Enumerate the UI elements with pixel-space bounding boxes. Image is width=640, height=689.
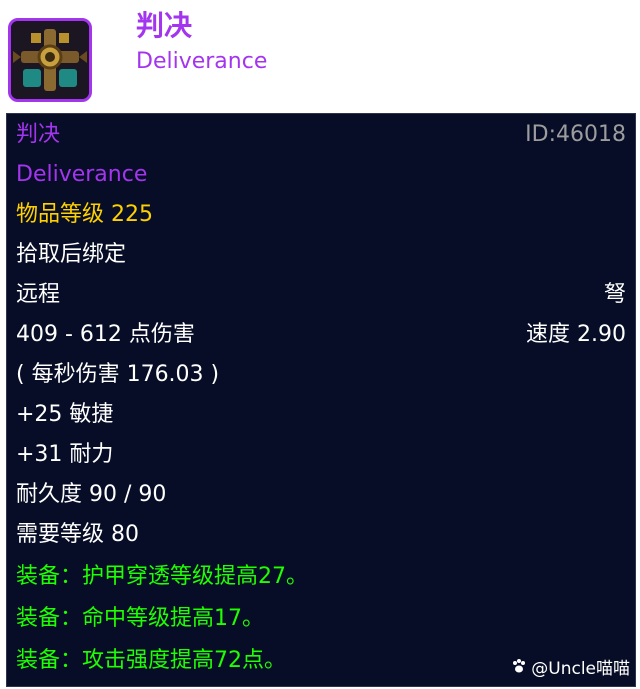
weapon-damage: 409 - 612 点伤害	[16, 322, 195, 347]
item-title: 判决	[136, 9, 193, 42]
weapon-type: 弩	[603, 282, 626, 307]
item-level: 物品等级 225	[16, 202, 153, 227]
item-name-english: Deliverance	[16, 162, 148, 187]
paw-icon	[511, 658, 527, 679]
bind-type: 拾取后绑定	[16, 242, 127, 267]
stat-stamina: +31 耐力	[16, 442, 114, 467]
equip-effect-2: 装备：命中等级提高17。	[16, 606, 264, 631]
watermark: @Uncle喵喵	[511, 654, 630, 679]
weapon-speed: 速度 2.90	[526, 322, 626, 347]
equip-effect-1: 装备：护甲穿透等级提高27。	[16, 564, 308, 589]
item-slot: 远程	[16, 282, 61, 307]
damage-row: 409 - 612 点伤害 速度 2.90	[16, 320, 626, 350]
item-id: ID:46018	[525, 122, 626, 147]
crossbow-icon-art	[11, 21, 89, 99]
weapon-dps: ( 每秒伤害 176.03 )	[16, 362, 220, 387]
item-header: 判决 Deliverance	[0, 0, 640, 112]
item-name: 判决	[16, 122, 61, 147]
required-level: 需要等级 80	[16, 522, 139, 547]
stat-agility: +25 敏捷	[16, 402, 114, 427]
item-subtitle: Deliverance	[136, 49, 268, 74]
tooltip-name-row: 判决 ID:46018	[16, 120, 626, 150]
slot-row: 远程 弩	[16, 280, 626, 310]
durability: 耐久度 90 / 90	[16, 482, 167, 507]
crossbow-item-icon[interactable]	[8, 18, 92, 102]
item-tooltip: 判决 ID:46018 Deliverance 物品等级 225 拾取后绑定 远…	[6, 113, 636, 687]
watermark-text: @Uncle喵喵	[531, 659, 630, 679]
